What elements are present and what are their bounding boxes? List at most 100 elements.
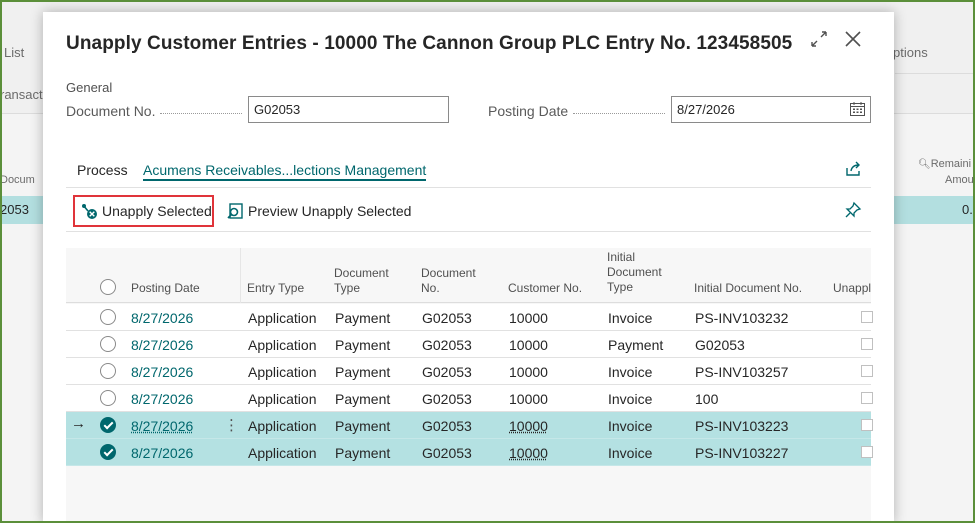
cell-posting-date[interactable]: 8/27/2026 [131,337,193,353]
cell-document-type: Payment [335,364,391,380]
header-initial-doc-type-line3: Type [607,280,634,294]
row-select-radio[interactable] [100,336,116,352]
cell-document-type: Payment [335,310,391,326]
background-remaining-value: 0. [962,202,973,217]
table-row[interactable]: 8/27/2026 Application Payment G02053 10000 Pa… [66,331,873,358]
unapply-checkbox[interactable] [861,338,873,350]
cell-posting-date[interactable]: 8/27/2026 [131,310,193,326]
cell-document-type: Payment [335,337,391,353]
preview-icon [227,202,243,219]
header-document-type-line1: Document [334,266,389,280]
background-divider [895,73,975,74]
close-icon[interactable] [841,30,865,54]
cell-document-no: G02053 [422,364,472,380]
actions-divider-top [66,187,871,188]
preview-unapply-selected-button[interactable]: Preview Unapply Selected [227,195,411,227]
dialog-title: Unapply Customer Entries - 10000 The Can… [66,33,793,54]
general-section-label: General [66,80,113,95]
unapply-checkbox[interactable] [861,311,873,323]
header-entry-type[interactable]: Entry Type [247,281,304,296]
row-select-radio[interactable] [100,363,116,379]
background-remaining-header-text: Remaini [930,158,972,170]
cell-entry-type: Application [248,364,317,380]
table-row[interactable]: 8/27/2026 Application Payment G02053 10000 In… [66,385,873,412]
unapply-checkbox[interactable] [861,365,873,377]
calendar-icon[interactable] [850,102,865,116]
expand-icon-graphic [811,31,827,47]
header-initial-document-no[interactable]: Initial Document No. [694,281,802,296]
table-row[interactable]: 8/27/2026 Application Payment G02053 10000 In… [66,304,873,331]
tab-acumens-receivables[interactable]: Acumens Receivables...lections Managemen… [143,162,427,181]
table-row[interactable]: → ⋮ 8/27/2026 Application Payment G02053 10000… [66,412,873,439]
table-row[interactable]: 8/27/2026 Application Payment G02053 10000 In… [66,439,873,466]
cell-customer-no: 10000 [509,418,548,434]
cell-entry-type: Application [248,310,317,326]
cell-initial-document-type: Invoice [608,364,653,380]
select-all-radio[interactable] [100,279,116,295]
cell-document-type: Payment [335,445,391,461]
posting-date-field[interactable]: 8/27/2026 [671,96,871,123]
posting-date-label: Posting Date [488,103,569,119]
header-document-type-line2: Type [334,281,361,295]
unapply-checkbox[interactable] [861,419,873,431]
posting-date-leader [573,108,665,114]
header-document-no[interactable]: Document No. [421,266,476,296]
cell-document-no: G02053 [422,445,472,461]
unapply-dialog: Unapply Customer Entries - 10000 The Can… [43,12,894,523]
header-unapply[interactable]: Unappl [833,281,871,296]
header-initial-document-type[interactable]: Initial Document Type [607,250,662,295]
cell-initial-document-type: Invoice [608,391,653,407]
cell-initial-document-no: PS-INV103223 [695,418,789,434]
cell-document-no: G02053 [422,337,472,353]
cell-entry-type: Application [248,391,317,407]
unapply-checkbox[interactable] [861,392,873,404]
row-select-radio[interactable] [100,444,116,460]
cell-initial-document-type: Payment [608,337,664,353]
search-icon: 🔍︎ [918,159,931,170]
share-icon[interactable] [844,160,862,178]
cell-entry-type: Application [248,445,317,461]
cell-customer-no: 10000 [509,391,548,407]
document-no-label: Document No. [66,103,156,119]
background-remaining-header: 🔍︎Remaini [918,158,971,170]
document-no-field[interactable]: G02053 [248,96,449,123]
cell-customer-no: 10000 [509,445,548,461]
background-options-label: ptions [893,45,928,60]
cell-customer-no: 10000 [509,337,548,353]
cell-entry-type: Application [248,418,317,434]
pin-icon[interactable] [844,201,862,219]
cell-document-type: Payment [335,391,391,407]
header-posting-date[interactable]: Posting Date [131,281,200,296]
tab-process[interactable]: Process [77,162,128,178]
header-initial-doc-type-line1: Initial [607,250,636,264]
cell-initial-document-no: PS-INV103232 [695,310,789,326]
actions-divider-bottom [66,231,871,232]
cell-posting-date[interactable]: 8/27/2026 [131,391,193,407]
cell-document-type: Payment [335,418,391,434]
cell-entry-type: Application [248,337,317,353]
background-transact-label: ransact [0,87,43,102]
row-select-radio[interactable] [100,390,116,406]
unapply-checkbox[interactable] [861,446,873,458]
row-menu-icon[interactable]: ⋮ [224,416,239,434]
header-document-no-line2: No. [421,281,440,295]
cell-document-no: G02053 [422,418,472,434]
unapply-selected-button[interactable]: Unapply Selected [73,195,214,227]
header-document-type[interactable]: Document Type [334,266,389,296]
cell-posting-date[interactable]: 8/27/2026 [131,418,193,434]
table-row[interactable]: 8/27/2026 Application Payment G02053 10000 In… [66,358,873,385]
cell-customer-no: 10000 [509,364,548,380]
cell-document-no: G02053 [422,310,472,326]
expand-icon[interactable] [807,30,831,54]
background-docum-header: Docum [0,174,35,186]
background-list-label: List [4,45,25,60]
cell-initial-document-type: Invoice [608,418,653,434]
cell-posting-date[interactable]: 8/27/2026 [131,364,193,380]
cell-initial-document-no: PS-INV103227 [695,445,789,461]
unapply-icon [82,203,97,219]
row-select-radio[interactable] [100,309,116,325]
cell-posting-date[interactable]: 8/27/2026 [131,445,193,461]
unapply-selected-label: Unapply Selected [102,203,212,219]
row-select-radio[interactable] [100,417,116,433]
header-customer-no[interactable]: Customer No. [508,281,582,296]
